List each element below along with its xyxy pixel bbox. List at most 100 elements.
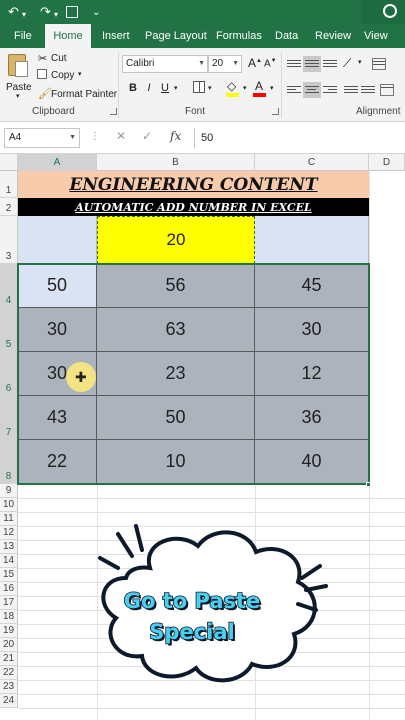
name-box[interactable]: A4 ▼ [4,128,80,148]
increase-font-size-icon[interactable]: A▲ [248,56,262,70]
format-painter-button[interactable]: Format Painter [51,89,117,100]
redo-icon[interactable]: ↷ [40,3,51,21]
row-header[interactable]: 9 [0,484,18,498]
fill-color-icon[interactable]: ◇ [227,79,236,93]
bold-button[interactable]: B [126,80,140,96]
row-header[interactable]: 6 [0,352,18,396]
data-cell[interactable]: 43 [18,396,97,440]
data-cell[interactable]: 40 [255,440,369,484]
customize-quick-access-icon[interactable]: ⌄ [92,4,100,22]
row-header[interactable]: 15 [0,568,18,582]
underline-dropdown-icon[interactable]: ▾ [174,84,178,92]
data-cell[interactable]: 56 [97,264,255,308]
cancel-icon[interactable]: ✕ [116,129,126,143]
data-cell[interactable]: 50 [18,264,97,308]
row-header[interactable]: 11 [0,512,18,526]
data-cell[interactable]: 22 [18,440,97,484]
font-name-select[interactable]: Calibri ▼ [122,55,208,73]
data-cell[interactable]: 12 [255,352,369,396]
paste-dropdown-icon[interactable]: ▾ [16,92,20,100]
row-header[interactable]: 17 [0,596,18,610]
row-header[interactable]: 3 [0,216,18,264]
data-cell[interactable]: 45 [255,264,369,308]
align-right-icon[interactable] [323,84,337,96]
font-size-select[interactable]: 20 ▼ [208,55,242,73]
row-header[interactable]: 8 [0,440,18,484]
tab-file[interactable]: File [12,24,34,48]
row-header[interactable]: 21 [0,652,18,666]
align-center-icon[interactable] [303,82,321,98]
increase-indent-icon[interactable] [361,84,375,96]
font-color-icon[interactable]: A [255,79,263,93]
row-header[interactable]: 7 [0,396,18,440]
merge-center-icon[interactable] [380,84,394,96]
data-cell[interactable]: 50 [97,396,255,440]
data-cell[interactable]: 36 [255,396,369,440]
cell-c3[interactable] [255,216,369,264]
enter-icon[interactable]: ✓ [142,129,152,143]
cell-a3[interactable] [18,216,97,264]
data-cell[interactable]: 30 [255,308,369,352]
tab-formulas[interactable]: Formulas [214,24,264,48]
row-header[interactable]: 24 [0,694,18,708]
font-launcher-icon[interactable] [272,108,279,115]
align-bottom-icon[interactable] [323,58,337,70]
subtitle-cell[interactable]: AUTOMATIC ADD NUMBER IN EXCEL [18,198,369,216]
row-header[interactable]: 5 [0,308,18,352]
column-header-b[interactable]: B [97,154,255,171]
orientation-icon[interactable]: ⟋ [343,56,351,71]
data-cell[interactable]: 30 [18,308,97,352]
underline-button[interactable]: U [158,80,172,96]
column-header-c[interactable]: C [255,154,369,171]
formula-input[interactable]: 50 [194,128,405,148]
tab-insert[interactable]: Insert [100,24,132,48]
tab-review[interactable]: Review [313,24,353,48]
column-header-a[interactable]: A [18,154,97,171]
row-header[interactable]: 19 [0,624,18,638]
row-header[interactable]: 14 [0,554,18,568]
copied-cell-b3[interactable]: 20 [97,216,255,264]
row-header[interactable]: 2 [0,198,18,216]
copy-button[interactable]: Copy [51,70,74,81]
column-header-d[interactable]: D [369,154,405,171]
align-left-icon[interactable] [287,84,301,96]
row-header[interactable]: 20 [0,638,18,652]
title-cell[interactable]: ENGINEERING CONTENT [18,171,369,198]
cut-button[interactable]: Cut [51,53,67,64]
select-all-corner[interactable] [0,154,18,171]
data-cell[interactable]: 10 [97,440,255,484]
row-header[interactable]: 16 [0,582,18,596]
align-top-icon[interactable] [287,58,301,70]
tab-data[interactable]: Data [273,24,300,48]
borders-icon[interactable] [193,81,205,93]
orientation-dropdown-icon[interactable]: ▾ [358,58,362,66]
copy-dropdown-icon[interactable]: ▾ [78,70,82,78]
row-header[interactable]: 4 [0,264,18,308]
paste-button[interactable]: Paste ▾ [4,52,32,100]
wrap-text-icon[interactable] [372,58,386,70]
row-header[interactable]: 23 [0,680,18,694]
decrease-font-size-icon[interactable]: A▼ [264,58,277,69]
redo-dropdown-icon[interactable]: ▾ [54,6,58,24]
fill-color-dropdown-icon[interactable]: ▾ [243,84,247,92]
row-header[interactable]: 12 [0,526,18,540]
insert-function-button[interactable]: fx [170,129,181,143]
row-header[interactable]: 1 [0,171,18,198]
row-header[interactable]: 10 [0,498,18,512]
font-color-dropdown-icon[interactable]: ▾ [270,84,274,92]
data-cell[interactable]: 63 [97,308,255,352]
undo-icon[interactable]: ↶ [8,3,19,21]
row-header[interactable]: 18 [0,610,18,624]
tab-view[interactable]: View [362,24,390,48]
align-middle-icon[interactable] [303,56,321,72]
clipboard-launcher-icon[interactable] [110,108,117,115]
data-cell[interactable]: 23 [97,352,255,396]
row-header[interactable]: 22 [0,666,18,680]
tab-page-layout[interactable]: Page Layout [143,24,209,48]
undo-dropdown-icon[interactable]: ▾ [22,6,26,24]
borders-dropdown-icon[interactable]: ▾ [208,84,212,92]
save-icon[interactable] [66,6,78,18]
fill-handle[interactable] [366,482,371,487]
formula-bar-resize-handle[interactable]: ⋮ [90,131,100,142]
tab-home[interactable]: Home [45,24,91,48]
